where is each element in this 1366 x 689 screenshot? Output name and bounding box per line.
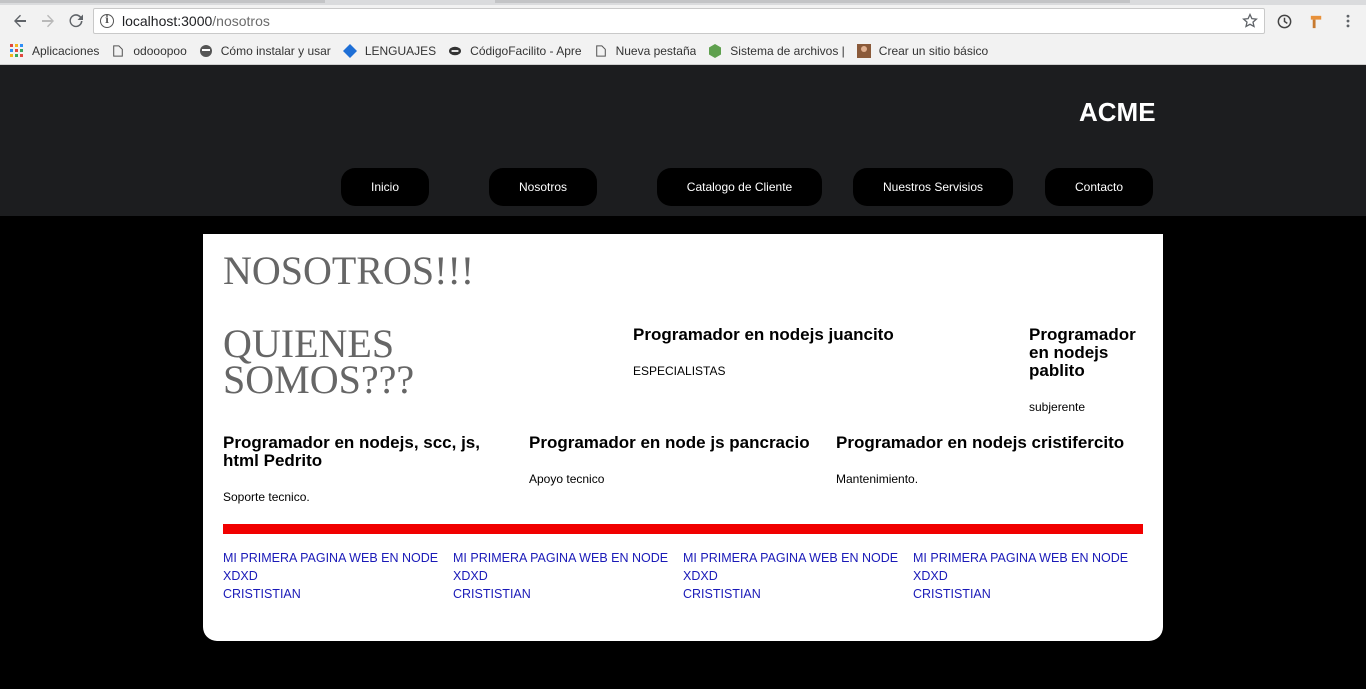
bookmark-label: Nueva pestaña [615, 43, 697, 58]
card-text: subjerente [1029, 400, 1086, 414]
avatar-icon [856, 43, 871, 58]
footer-line: CRISTISTIAN [683, 587, 761, 601]
footer-line: MI PRIMERA PAGINA WEB EN NODE [223, 551, 439, 565]
page-title: NOSOTROS!!! [223, 248, 475, 293]
tab[interactable] [815, 0, 970, 3]
card-title: Programador en node js pancracio [529, 433, 810, 452]
card-text: Apoyo tecnico [529, 472, 605, 486]
page-icon [594, 44, 608, 58]
bookmark-item[interactable]: Aplicaciones [10, 43, 100, 58]
url-text: localhost:3000/nosotros [122, 13, 270, 29]
node-icon [708, 43, 722, 58]
section-title: QUIENES SOMOS??? [223, 321, 415, 402]
bookmark-item[interactable]: Sistema de archivos | [708, 43, 845, 58]
footer-line: MI PRIMERA PAGINA WEB EN NODE [683, 551, 899, 565]
footer-line: XDXD [223, 569, 258, 583]
nav-catalogo[interactable]: Catalogo de Cliente [657, 168, 822, 206]
tab[interactable] [495, 0, 655, 3]
tab[interactable] [970, 0, 1130, 3]
bookmark-label: Crear un sitio básico [878, 43, 989, 58]
footer-column[interactable]: MI PRIMERA PAGINA WEB EN NODE XDXD CRIST… [223, 549, 443, 603]
nav-nosotros[interactable]: Nosotros [489, 168, 597, 206]
bookmark-star-icon[interactable] [1242, 13, 1258, 29]
bookmark-label: CódigoFacilito - Apre [470, 43, 582, 58]
footer-column[interactable]: MI PRIMERA PAGINA WEB EN NODE XDXD CRIST… [683, 549, 903, 603]
bookmark-item[interactable]: Nueva pestaña [594, 43, 697, 58]
footer-line: XDXD [683, 569, 718, 583]
brand-logo[interactable]: ACME [1079, 97, 1156, 128]
diamond-icon [342, 43, 357, 58]
apps-grid-icon [10, 43, 24, 58]
nav-contacto[interactable]: Contacto [1045, 168, 1153, 206]
bookmark-item[interactable]: Crear un sitio básico [856, 43, 989, 58]
card-title: Programador en nodejs juancito [633, 325, 894, 344]
forward-icon[interactable] [36, 9, 60, 33]
url-path: /nosotros [212, 13, 270, 29]
footer-line: CRISTISTIAN [913, 587, 991, 601]
bookmark-label: Sistema de archivos | [730, 43, 845, 58]
card-title: Programador en nodejs, scc, js, html Ped… [223, 433, 480, 470]
browser-toolbar: i localhost:3000/nosotros [0, 5, 1366, 37]
reload-icon[interactable] [64, 9, 88, 33]
nav-servicios[interactable]: Nuestros Servisios [853, 168, 1013, 206]
menu-dots-icon[interactable] [1338, 11, 1358, 31]
tab[interactable] [655, 0, 815, 3]
site-header: ACME Inicio Nosotros Catalogo de Cliente… [0, 65, 1366, 216]
page-icon [111, 44, 125, 58]
hammer-extension-icon[interactable] [1306, 11, 1326, 31]
bookmark-item[interactable]: CódigoFacilito - Apre [448, 43, 582, 58]
page: ACME Inicio Nosotros Catalogo de Cliente… [0, 65, 1366, 689]
footer-line: XDXD [453, 569, 488, 583]
bookmark-label: odooopoo [133, 43, 187, 58]
bookmark-label: Cómo instalar y usar [220, 43, 331, 58]
tab[interactable] [0, 0, 325, 3]
card-text: Soporte tecnico. [223, 490, 310, 504]
bookmark-item[interactable]: LENGUAJES [342, 43, 437, 58]
info-icon[interactable]: i [100, 14, 114, 28]
footer-line: CRISTISTIAN [223, 587, 301, 601]
site-icon [199, 44, 213, 58]
footer-line: XDXD [913, 569, 948, 583]
footer-line: MI PRIMERA PAGINA WEB EN NODE [913, 551, 1129, 565]
footer-line: CRISTISTIAN [453, 587, 531, 601]
pro-icon [448, 44, 462, 58]
address-bar[interactable]: i localhost:3000/nosotros [93, 8, 1265, 34]
sync-extension-icon[interactable] [1274, 11, 1294, 31]
divider-bar [223, 524, 1143, 534]
nav-inicio[interactable]: Inicio [341, 168, 429, 206]
card-title: Programador en nodejs pablito [1029, 325, 1136, 380]
bookmark-item[interactable]: Cómo instalar y usar [199, 44, 331, 58]
footer-line: MI PRIMERA PAGINA WEB EN NODE [453, 551, 669, 565]
footer-column[interactable]: MI PRIMERA PAGINA WEB EN NODE XDXD CRIST… [453, 549, 673, 603]
footer-column[interactable]: MI PRIMERA PAGINA WEB EN NODE XDXD CRIST… [913, 549, 1133, 603]
bookmark-label: LENGUAJES [364, 43, 437, 58]
card-text: Mantenimiento. [836, 472, 919, 486]
bookmarks-bar: Aplicaciones odooopoo Cómo instalar y us… [0, 37, 1366, 65]
content-panel: NOSOTROS!!! QUIENES SOMOS??? Programador… [203, 234, 1163, 641]
bookmark-label: Aplicaciones [32, 43, 100, 58]
url-host: localhost:3000 [122, 13, 213, 29]
bookmark-item[interactable]: odooopoo [111, 43, 187, 58]
back-icon[interactable] [8, 9, 32, 33]
card-text: ESPECIALISTAS [633, 364, 726, 378]
card-title: Programador en nodejs cristifercito [836, 433, 1125, 452]
